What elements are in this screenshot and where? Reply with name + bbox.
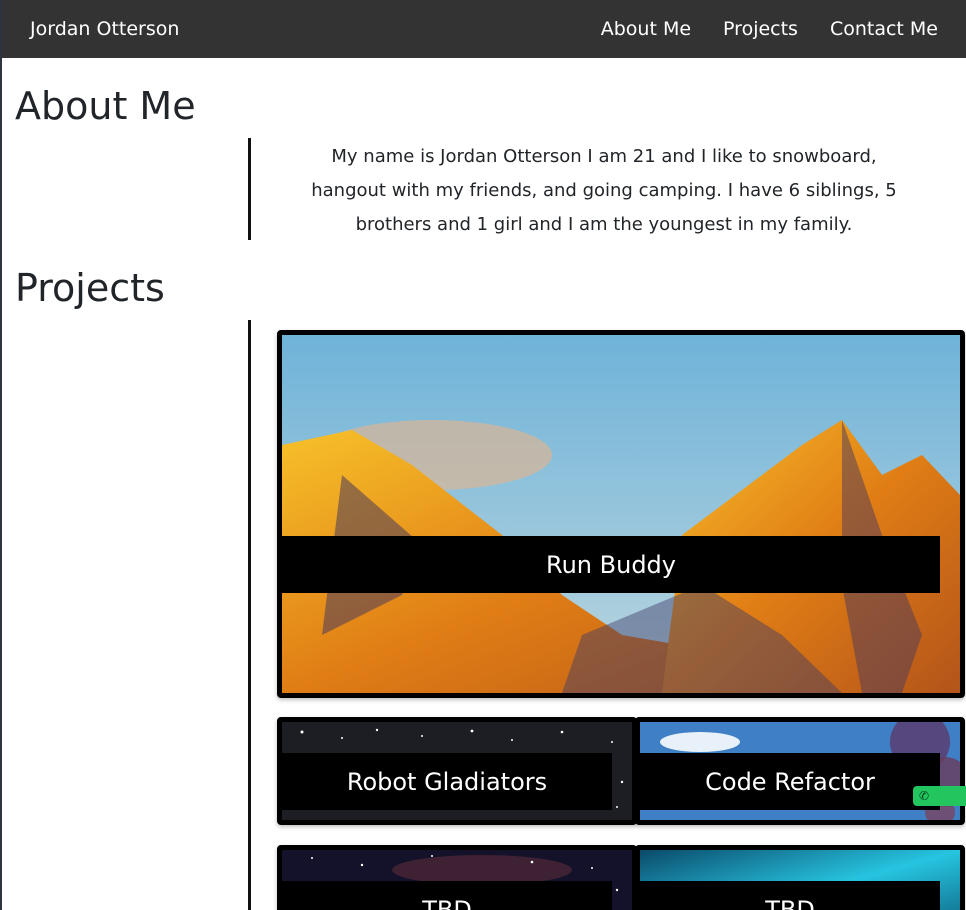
nav-link-contact[interactable]: Contact Me [830, 18, 938, 40]
projects-divider [248, 320, 251, 910]
project-card-tbd-1[interactable]: TBD [277, 845, 637, 910]
nav-link-projects[interactable]: Projects [723, 18, 798, 40]
card-title: TBD [640, 881, 940, 910]
card-title: Code Refactor [640, 753, 940, 810]
card-title: Run Buddy [282, 536, 940, 593]
about-divider [248, 138, 251, 240]
brand-link[interactable]: Jordan Otterson [30, 18, 179, 40]
project-card-run-buddy[interactable]: Run Buddy [277, 330, 965, 698]
projects-heading: Projects [15, 266, 165, 310]
nav-links: About Me Projects Contact Me [601, 18, 938, 40]
about-text: My name is Jordan Otterson I am 21 and I… [311, 146, 897, 235]
phone-icon[interactable]: ✆ [913, 786, 966, 806]
project-card-robot-gladiators[interactable]: Robot Gladiators [277, 717, 637, 825]
card-title: TBD [282, 881, 612, 910]
project-card-tbd-2[interactable]: TBD [635, 845, 965, 910]
nav-link-about[interactable]: About Me [601, 18, 691, 40]
project-card-code-refactor[interactable]: Code Refactor [635, 717, 965, 825]
mountain-sunset-image [282, 335, 960, 693]
card-title: Robot Gladiators [282, 753, 612, 810]
page: Jordan Otterson About Me Projects Contac… [0, 0, 966, 910]
about-heading: About Me [15, 84, 196, 128]
navbar: Jordan Otterson About Me Projects Contac… [2, 0, 966, 58]
